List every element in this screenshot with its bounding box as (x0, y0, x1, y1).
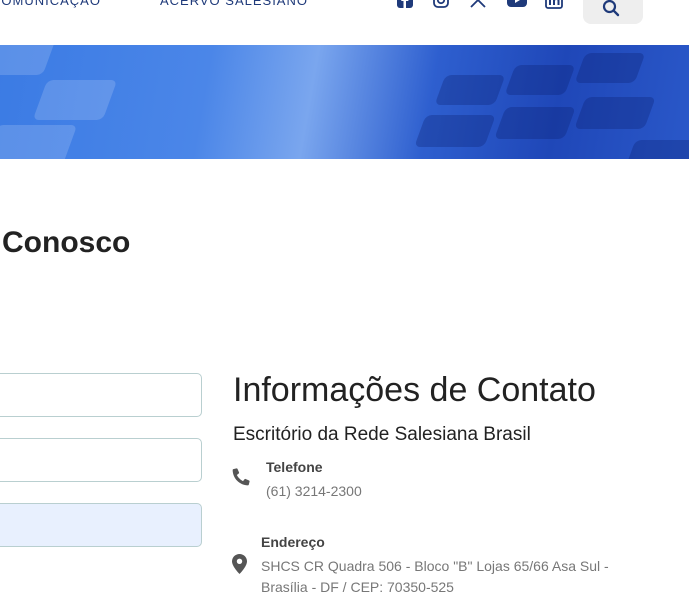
form-field-2[interactable] (0, 438, 202, 482)
autofilled-input[interactable] (0, 504, 201, 546)
page-title: Conosco (2, 226, 131, 259)
address-value: SHCS CR Quadra 506 - Bloco "B" Lojas 65/… (261, 556, 661, 598)
phone-label: Telefone (266, 459, 323, 475)
contact-info-heading: Informações de Contato (233, 371, 596, 409)
x-twitter-icon[interactable] (469, 0, 487, 9)
address-line-1: SHCS CR Quadra 506 - Bloco "B" Lojas 65/… (261, 558, 609, 574)
hero-banner-image (0, 45, 689, 161)
address-label: Endereço (261, 534, 325, 550)
youtube-icon[interactable] (506, 0, 528, 9)
email-input[interactable] (0, 439, 201, 481)
facebook-icon[interactable] (396, 0, 414, 9)
nav-link-comunicacao[interactable]: COMUNICAÇÃO (0, 0, 101, 8)
phone-icon (232, 467, 251, 491)
instagram-icon[interactable] (432, 0, 450, 9)
phone-value: (61) 3214-2300 (266, 483, 362, 499)
form-field-1[interactable] (0, 373, 202, 417)
hero-curve-decoration (0, 159, 689, 185)
name-input[interactable] (0, 374, 201, 416)
form-field-3[interactable] (0, 503, 202, 547)
top-navigation: COMUNICAÇÃO ACERVO SALESIANO (0, 0, 689, 45)
office-name: Escritório da Rede Salesiana Brasil (233, 424, 531, 445)
search-button[interactable] (583, 0, 643, 24)
linkedin-icon[interactable] (545, 0, 563, 9)
map-pin-icon (232, 554, 247, 579)
nav-link-acervo-salesiano[interactable]: ACERVO SALESIANO (160, 0, 308, 8)
address-line-2: Brasília - DF / CEP: 70350-525 (261, 579, 454, 595)
